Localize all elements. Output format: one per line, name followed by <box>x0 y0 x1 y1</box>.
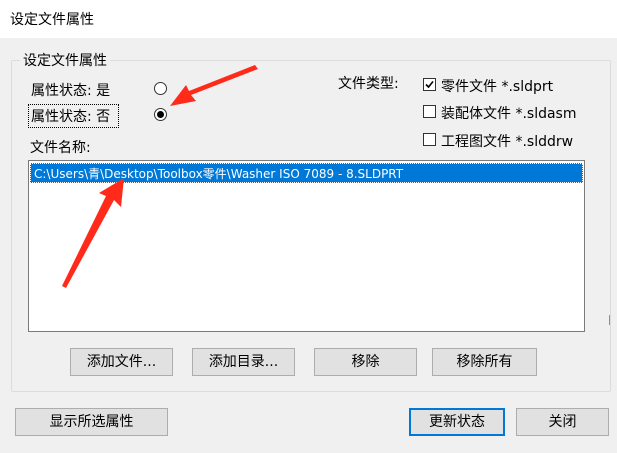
file-listbox[interactable]: C:\Users\青\Desktop\Toolbox零件\Washer ISO … <box>28 160 585 332</box>
show-selected-properties-button[interactable]: 显示所选属性 <box>15 408 168 436</box>
file-name-label: 文件名称: <box>30 140 91 156</box>
file-type-label: 文件类型: <box>338 76 399 92</box>
property-no-radio[interactable] <box>154 108 167 121</box>
window-title: 设定文件属性 <box>10 12 94 28</box>
update-status-button[interactable]: 更新状态 <box>409 408 505 436</box>
radio-selected-dot <box>157 111 164 118</box>
sldasm-checkbox[interactable] <box>423 105 436 118</box>
close-button[interactable]: 关闭 <box>516 408 609 436</box>
slddrw-label: 工程图文件 *.slddrw <box>441 134 574 150</box>
file-list-item[interactable]: C:\Users\青\Desktop\Toolbox零件\Washer ISO … <box>30 163 583 183</box>
sldasm-label: 装配体文件 *.sldasm <box>441 106 577 122</box>
sldprt-checkbox[interactable] <box>423 78 436 91</box>
property-yes-label: 属性状态: 是 <box>31 83 111 99</box>
groupbox-legend: 设定文件属性 <box>20 50 110 70</box>
remove-all-button[interactable]: 移除所有 <box>432 348 537 376</box>
slddrw-checkbox[interactable] <box>423 133 436 146</box>
checkmark-icon <box>425 80 434 89</box>
add-file-button[interactable]: 添加文件... <box>70 348 173 376</box>
add-directory-button[interactable]: 添加目录... <box>192 348 295 376</box>
title-bar: 设定文件属性 <box>0 0 617 38</box>
property-yes-radio[interactable] <box>154 82 167 95</box>
edge-tick-icon: ∣ <box>607 315 612 326</box>
remove-button[interactable]: 移除 <box>314 348 417 376</box>
sldprt-label: 零件文件 *.sldprt <box>441 79 554 95</box>
property-no-label: 属性状态: 否 <box>31 109 111 125</box>
